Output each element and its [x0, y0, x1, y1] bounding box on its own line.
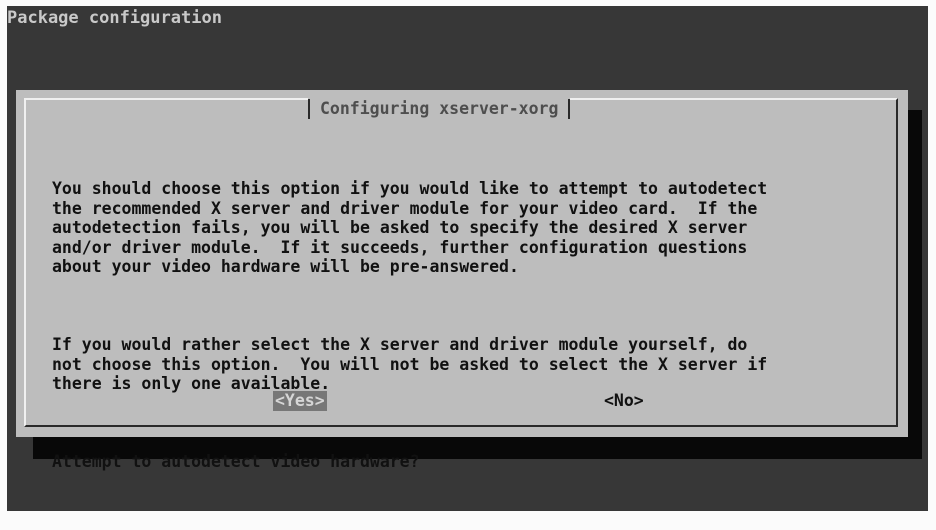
description-paragraph-2: If you would rather select the X server … [52, 335, 768, 393]
no-button[interactable]: <No> [602, 391, 646, 411]
yes-button[interactable]: <Yes> [273, 391, 327, 411]
description-paragraph-1: You should choose this option if you wou… [52, 179, 768, 276]
dialog-body: You should choose this option if you wou… [52, 140, 767, 530]
dialog-frame: Configuring xserver-xorg You should choo… [24, 98, 898, 471]
question-prompt: Attempt to autodetect video hardware? [52, 452, 420, 471]
dialog-title: Configuring xserver-xorg [308, 98, 571, 120]
terminal-screen: Package configuration Configuring xserve… [7, 6, 928, 511]
page-title: Package configuration [7, 8, 222, 28]
config-dialog: Configuring xserver-xorg You should choo… [16, 90, 908, 471]
